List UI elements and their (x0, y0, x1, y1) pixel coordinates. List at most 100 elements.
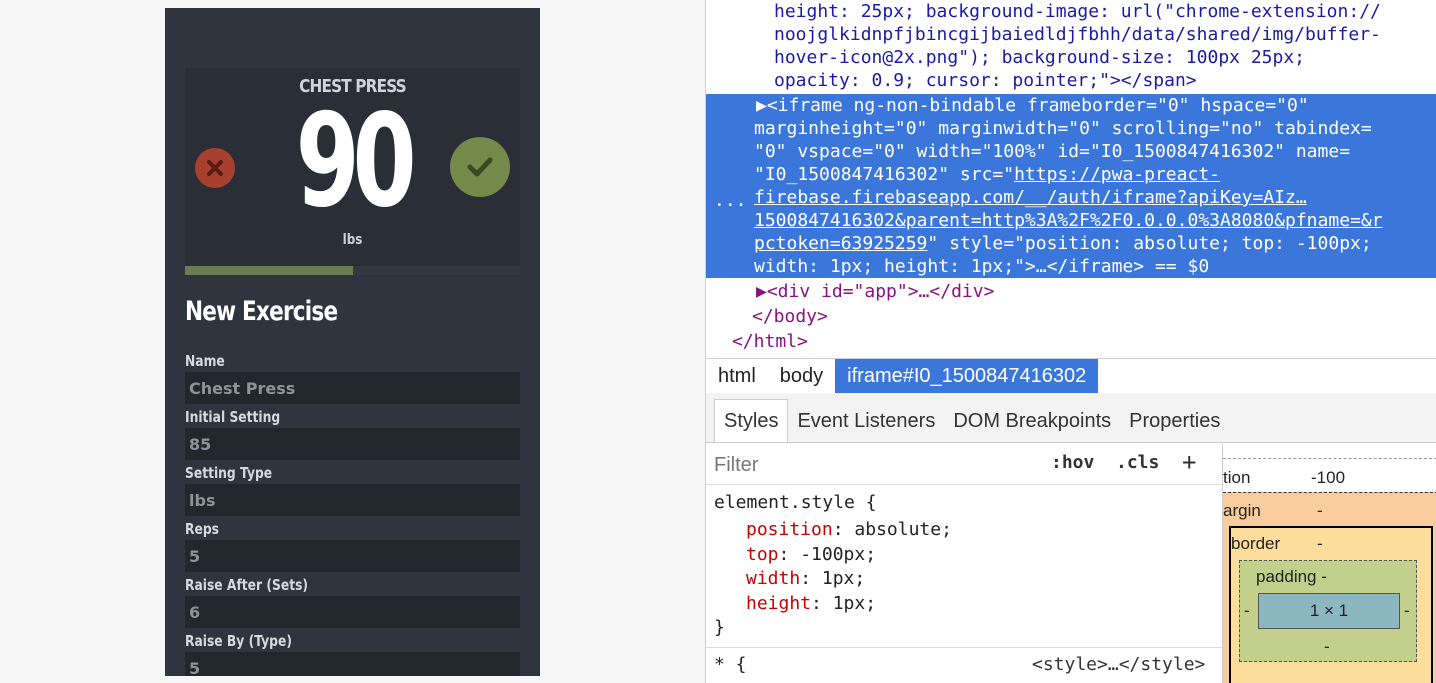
tab-dom-breakpoints[interactable]: DOM Breakpoints (944, 400, 1120, 442)
reps-input[interactable] (185, 540, 520, 572)
code-line: 1500847416302&parent=http%3A%2F%2F0.0.0.… (754, 209, 1383, 232)
property-name[interactable]: width (746, 568, 800, 589)
field-label: Name (185, 352, 225, 370)
hover-state-toggle[interactable]: :hov (1051, 452, 1094, 473)
rule-close: } (714, 617, 725, 638)
tab-properties[interactable]: Properties (1120, 400, 1229, 442)
progress-fill (185, 266, 353, 275)
position-label: tion (1223, 468, 1251, 487)
code-line: width: 1px; height: 1px;">…</iframe> == … (754, 256, 1210, 277)
weight-unit: lbs (342, 232, 363, 248)
code-line: firebase.firebaseapp.com/__/auth/iframe?… (754, 186, 1307, 209)
margin-box: argin - border - padding - 1 × 1 - - - (1223, 492, 1436, 683)
field-label: Reps (185, 520, 219, 538)
class-toggle[interactable]: .cls (1116, 452, 1159, 473)
border-value[interactable]: - (1317, 534, 1323, 554)
box-model: tion -100 argin - border - padding - 1 ×… (1223, 444, 1436, 683)
divider (1223, 458, 1436, 459)
breadcrumb-body[interactable]: body (768, 359, 835, 393)
filter-bar: :hov .cls + (706, 444, 1222, 485)
margin-value[interactable]: - (1317, 501, 1323, 521)
property-value[interactable]: absolute; (854, 519, 952, 540)
field-label: Raise After (Sets) (185, 576, 309, 594)
property-value[interactable]: -100px; (800, 544, 876, 565)
code-line: "I0_1500847416302" src="https://pwa-prea… (754, 163, 1220, 186)
code-line[interactable]: </body> (752, 305, 828, 328)
raise-after-input[interactable] (185, 596, 520, 628)
code-line[interactable]: noojglkidnpfjbincgijbaiedldjfbhh/data/sh… (774, 23, 1381, 46)
weight-value: 90 (295, 87, 417, 236)
close-icon (207, 160, 223, 176)
section-title: New Exercise (185, 296, 338, 327)
devtools-panel: height: 25px; background-image: url("chr… (705, 0, 1436, 683)
field-label: Initial Setting (185, 408, 281, 426)
rule-source-link[interactable]: <style>…</style> (1032, 652, 1205, 677)
iframe-name-value: I0_1500847416302 (764, 164, 939, 185)
code-line[interactable]: height: 25px; background-image: url("chr… (774, 0, 1381, 23)
breadcrumb-html[interactable]: html (706, 359, 768, 393)
setting-type-field: Setting Type (185, 462, 520, 516)
rule-selector[interactable]: element.style { (714, 490, 877, 515)
property-name[interactable]: height (746, 593, 811, 614)
set-progress-bar (185, 266, 520, 275)
style-property[interactable]: width: 1px; (746, 566, 865, 591)
code-line: pctoken=63925259" style="position: absol… (754, 232, 1372, 255)
border-label: border (1231, 534, 1281, 553)
selected-node[interactable]: ... ▶<iframe ng-non-bindable frameborder… (706, 94, 1436, 278)
padding-box: padding - 1 × 1 - - - (1239, 560, 1417, 662)
padding-left-value[interactable]: - (1244, 601, 1250, 621)
code-line[interactable]: hover-icon@2x.png"); background-size: 10… (774, 46, 1305, 69)
initial-setting-input[interactable] (185, 428, 520, 460)
add-rule-icon[interactable]: + (1182, 448, 1196, 476)
setting-type-input[interactable] (185, 484, 520, 516)
code-text: ng-non-bindable frameborder="0" hspace="… (853, 95, 1309, 116)
code-line[interactable]: </html> (732, 330, 808, 353)
code-line: marginheight="0" marginwidth="0" scrolli… (754, 118, 1372, 139)
styles-pane: :hov .cls + element.style { position: ab… (706, 444, 1223, 683)
code-text: " src=" (938, 164, 1015, 185)
breadcrumb-iframe[interactable]: iframe#I0_1500847416302 (835, 359, 1099, 393)
property-value[interactable]: 1px; (833, 593, 876, 614)
code-line: ▶<iframe ng-non-bindable frameborder="0"… (756, 94, 1309, 117)
raise-by-input[interactable] (185, 652, 520, 676)
tab-event-listeners[interactable]: Event Listeners (788, 400, 944, 442)
code-text: " (754, 164, 765, 185)
reject-button[interactable] (195, 148, 235, 188)
src-link[interactable]: 1500847416302&parent=http%3A%2F%2F0.0.0.… (754, 210, 1383, 231)
sidebar-tabs: Styles Event Listeners DOM Breakpoints P… (706, 393, 1436, 443)
accept-button[interactable] (450, 137, 510, 197)
padding-right-value[interactable]: - (1404, 601, 1410, 621)
src-link[interactable]: pctoken=63925259 (754, 233, 927, 254)
content-size[interactable]: 1 × 1 (1258, 593, 1400, 629)
expand-arrow-tag[interactable]: ▶<iframe (756, 95, 854, 116)
code-line[interactable]: ▶<div id="app">…</div> (756, 280, 994, 303)
tab-styles[interactable]: Styles (714, 399, 789, 442)
style-property[interactable]: height: 1px; (746, 591, 876, 616)
padding-bottom-value[interactable]: - (1324, 637, 1330, 657)
checkmark-icon (467, 157, 493, 177)
code-line[interactable]: opacity: 0.9; cursor: pointer;"></span> (774, 69, 1197, 92)
style-property[interactable]: top: -100px; (746, 542, 876, 567)
name-field: Name (185, 350, 520, 404)
field-label: Setting Type (185, 464, 273, 482)
code-line: "0" vspace="0" width="100%" id="I0_15008… (754, 141, 1351, 162)
property-name[interactable]: position (746, 519, 833, 540)
src-link[interactable]: https://pwa-preact- (1014, 164, 1220, 185)
filter-input[interactable] (712, 450, 1016, 480)
rule-selector[interactable]: * { (714, 652, 747, 677)
name-input[interactable] (185, 372, 520, 404)
position-value[interactable]: -100 (1311, 468, 1345, 488)
divider (706, 647, 1222, 648)
property-name[interactable]: top (746, 544, 779, 565)
padding-label[interactable]: padding - (1256, 567, 1327, 587)
ellipsis-icon[interactable]: ... (714, 190, 747, 211)
raise-after-field: Raise After (Sets) (185, 574, 520, 628)
exercise-card: CHEST PRESS 90 lbs (185, 68, 520, 275)
property-value[interactable]: 1px; (822, 568, 865, 589)
field-label: Raise By (Type) (185, 632, 292, 650)
style-property[interactable]: position: absolute; (746, 517, 952, 542)
exercise-app: CHEST PRESS 90 lbs New Exercise Name Ini… (165, 8, 540, 676)
margin-label: argin (1223, 501, 1261, 520)
src-link[interactable]: firebase.firebaseapp.com/__/auth/iframe?… (754, 187, 1307, 208)
raise-by-field: Raise By (Type) (185, 630, 520, 676)
